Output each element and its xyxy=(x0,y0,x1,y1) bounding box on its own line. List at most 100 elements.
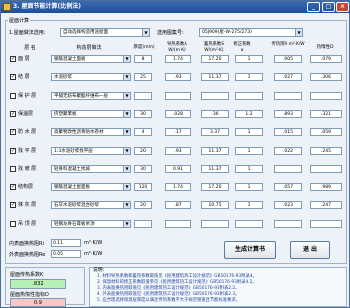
generate-report-button[interactable]: 生成计算书 xyxy=(224,241,276,259)
row-checkbox[interactable] xyxy=(10,221,16,227)
col-header-layer: 层 名 xyxy=(24,45,36,51)
row-checkbox[interactable]: ✓ xyxy=(10,111,16,117)
row-checkbox[interactable]: ✓ xyxy=(10,148,16,154)
row-material-select[interactable]: 轻骨料混凝土找坡 ▼ xyxy=(51,165,131,173)
chevron-down-icon: ▼ xyxy=(123,93,130,99)
row-storage xyxy=(201,92,229,100)
row-checkbox[interactable]: ✓ xyxy=(10,129,16,135)
minimize-button[interactable]: _ xyxy=(307,2,320,12)
section-title: 屋面计算 xyxy=(8,17,31,24)
row-material-select[interactable]: 轻钢龙骨石膏板吊顶 ▼ xyxy=(51,220,131,228)
row-correction[interactable]: 1 xyxy=(235,183,263,191)
row-conductivity: .87 xyxy=(165,201,191,209)
col-header-conductivity: 导热系数λ W/(m·K) xyxy=(167,42,187,53)
chevron-down-icon: ▼ xyxy=(123,148,130,154)
row-layer-name: 防 水 层 xyxy=(18,129,37,135)
col-header-storage: 蓄热系数S W/(m²·K) xyxy=(204,42,224,53)
row-thickness-input[interactable]: 8 xyxy=(134,55,152,63)
row-correction[interactable] xyxy=(235,92,263,100)
row-storage: 11.37 xyxy=(201,165,229,173)
row-storage: 3.37 xyxy=(201,128,229,136)
row-checkbox[interactable]: ✓ xyxy=(10,184,16,190)
row-correction[interactable]: 1 xyxy=(235,201,263,209)
row-correction[interactable]: 1 xyxy=(235,147,263,155)
row-resistance: .057 xyxy=(274,183,302,191)
row-conductivity xyxy=(165,92,191,100)
row-material-select[interactable]: 钢筋混凝土屋面板 ▼ xyxy=(51,183,131,191)
row-thickness-input[interactable]: 30 xyxy=(134,110,152,118)
row-conductivity: .17 xyxy=(165,128,191,136)
row-conductivity: 1.74 xyxy=(165,55,191,63)
row-thickness-input[interactable]: 20 xyxy=(134,201,152,209)
row-resistance: .022 xyxy=(274,147,302,155)
atlas-label: 选用图集号: xyxy=(157,30,184,36)
inner-resist-input[interactable]: 0.11 xyxy=(51,239,81,247)
chevron-down-icon: ▼ xyxy=(123,74,130,80)
close-button[interactable]: × xyxy=(336,2,349,12)
row-checkbox[interactable] xyxy=(10,166,16,172)
row-layer-name: 面 层 xyxy=(18,56,30,62)
row-storage xyxy=(201,220,229,228)
row-conductivity: .028 xyxy=(165,110,191,118)
row-correction[interactable]: 1.2 xyxy=(235,110,263,118)
row-resistance xyxy=(274,165,302,173)
title-bar: 3. 屋面节能计算(比例法) _ □ × xyxy=(1,1,350,13)
row-conductivity xyxy=(165,220,191,228)
row-layer-name: 结 层 xyxy=(18,74,30,80)
exit-button[interactable]: 退 出 xyxy=(290,241,330,259)
row-thickness-input[interactable] xyxy=(134,220,152,228)
row-material-select[interactable]: 钢筋混凝土面板 ▼ xyxy=(51,55,131,63)
outer-resist-input[interactable]: 0.05 xyxy=(51,250,81,258)
col-header-resistance: 传热阻R m²·K/W xyxy=(271,42,305,47)
row-thickness-input[interactable]: 4 xyxy=(134,128,152,136)
main-window: 3. 屋面节能计算(比例法) _ □ × 屋面计算 1.屋面做法选用: 自动选择… xyxy=(0,0,350,308)
row-checkbox[interactable]: ✓ xyxy=(10,56,16,62)
row-resistance xyxy=(274,92,302,100)
row-inertia xyxy=(310,220,342,228)
row-checkbox[interactable] xyxy=(10,93,16,99)
row-resistance: .023 xyxy=(274,201,302,209)
row-layer-name: 抹 灰 层 xyxy=(18,202,37,208)
row-checkbox[interactable]: ✓ xyxy=(10,202,16,208)
row-storage: .36 xyxy=(201,110,229,118)
row-storage: 10.75 xyxy=(201,201,229,209)
row-material-select[interactable]: 水泥砂浆 ▼ xyxy=(51,73,131,81)
row-resistance: .015 xyxy=(274,128,302,136)
window-title: 3. 屋面节能计算(比例法) xyxy=(13,3,82,10)
row-correction[interactable]: 1 xyxy=(235,55,263,63)
row-thickness-input[interactable]: 30 xyxy=(134,165,152,173)
note-line: 5. 应合理选择保温层厚度以满足传热系数不大于规范限值且节能标准要求。 xyxy=(97,298,240,303)
chevron-down-icon: ▼ xyxy=(123,129,130,135)
row-correction[interactable]: 1 xyxy=(235,165,263,173)
row-inertia: .306 xyxy=(310,73,342,81)
row-thickness-input[interactable]: 20 xyxy=(134,147,152,155)
chevron-down-icon: ▼ xyxy=(123,56,130,62)
row-material-select[interactable]: 1:3水泥砂浆找平层 ▼ xyxy=(51,147,131,155)
row-checkbox[interactable]: ✓ xyxy=(10,74,16,80)
row-thickness-input[interactable]: 120 xyxy=(134,183,152,191)
maximize-button[interactable]: □ xyxy=(322,2,335,12)
row-resistance: .005 xyxy=(274,55,302,63)
row-material-select[interactable]: 挤塑聚苯板 ▼ xyxy=(51,110,131,118)
row-inertia: .245 xyxy=(310,147,342,155)
row-correction[interactable] xyxy=(235,220,263,228)
row-correction[interactable]: 1 xyxy=(235,73,263,81)
row-thickness-input[interactable]: 25 xyxy=(134,73,152,81)
atlas-select[interactable]: 05J909(屋-W-275/273) ▼ xyxy=(199,28,303,37)
row-inertia: .247 xyxy=(310,201,342,209)
row-layer-name: 结构层 xyxy=(18,184,34,190)
row-layer-name: 找 坡 层 xyxy=(18,166,37,172)
row-thickness-input[interactable] xyxy=(134,92,152,100)
row-storage: 11.37 xyxy=(201,73,229,81)
row-material-select[interactable]: 石灰水泥砂浆混合砂浆 ▼ xyxy=(51,201,131,209)
method-select[interactable]: 自动选择构造用途屋面 ▼ xyxy=(60,28,150,37)
col-header-material: 构造层做法 xyxy=(76,45,102,51)
row-material-select[interactable]: 高聚物改性沥青防水卷材 ▼ xyxy=(51,128,131,136)
chevron-down-icon: ▼ xyxy=(123,221,130,227)
chevron-down-icon: ▼ xyxy=(142,29,149,36)
row-correction[interactable]: 1 xyxy=(235,128,263,136)
chevron-down-icon: ▼ xyxy=(123,184,130,190)
row-storage: 17.20 xyxy=(201,55,229,63)
row-material-select[interactable]: 平铺无纺布聚酯纤维布一层 ▼ xyxy=(51,92,131,100)
chevron-down-icon: ▼ xyxy=(123,166,130,172)
